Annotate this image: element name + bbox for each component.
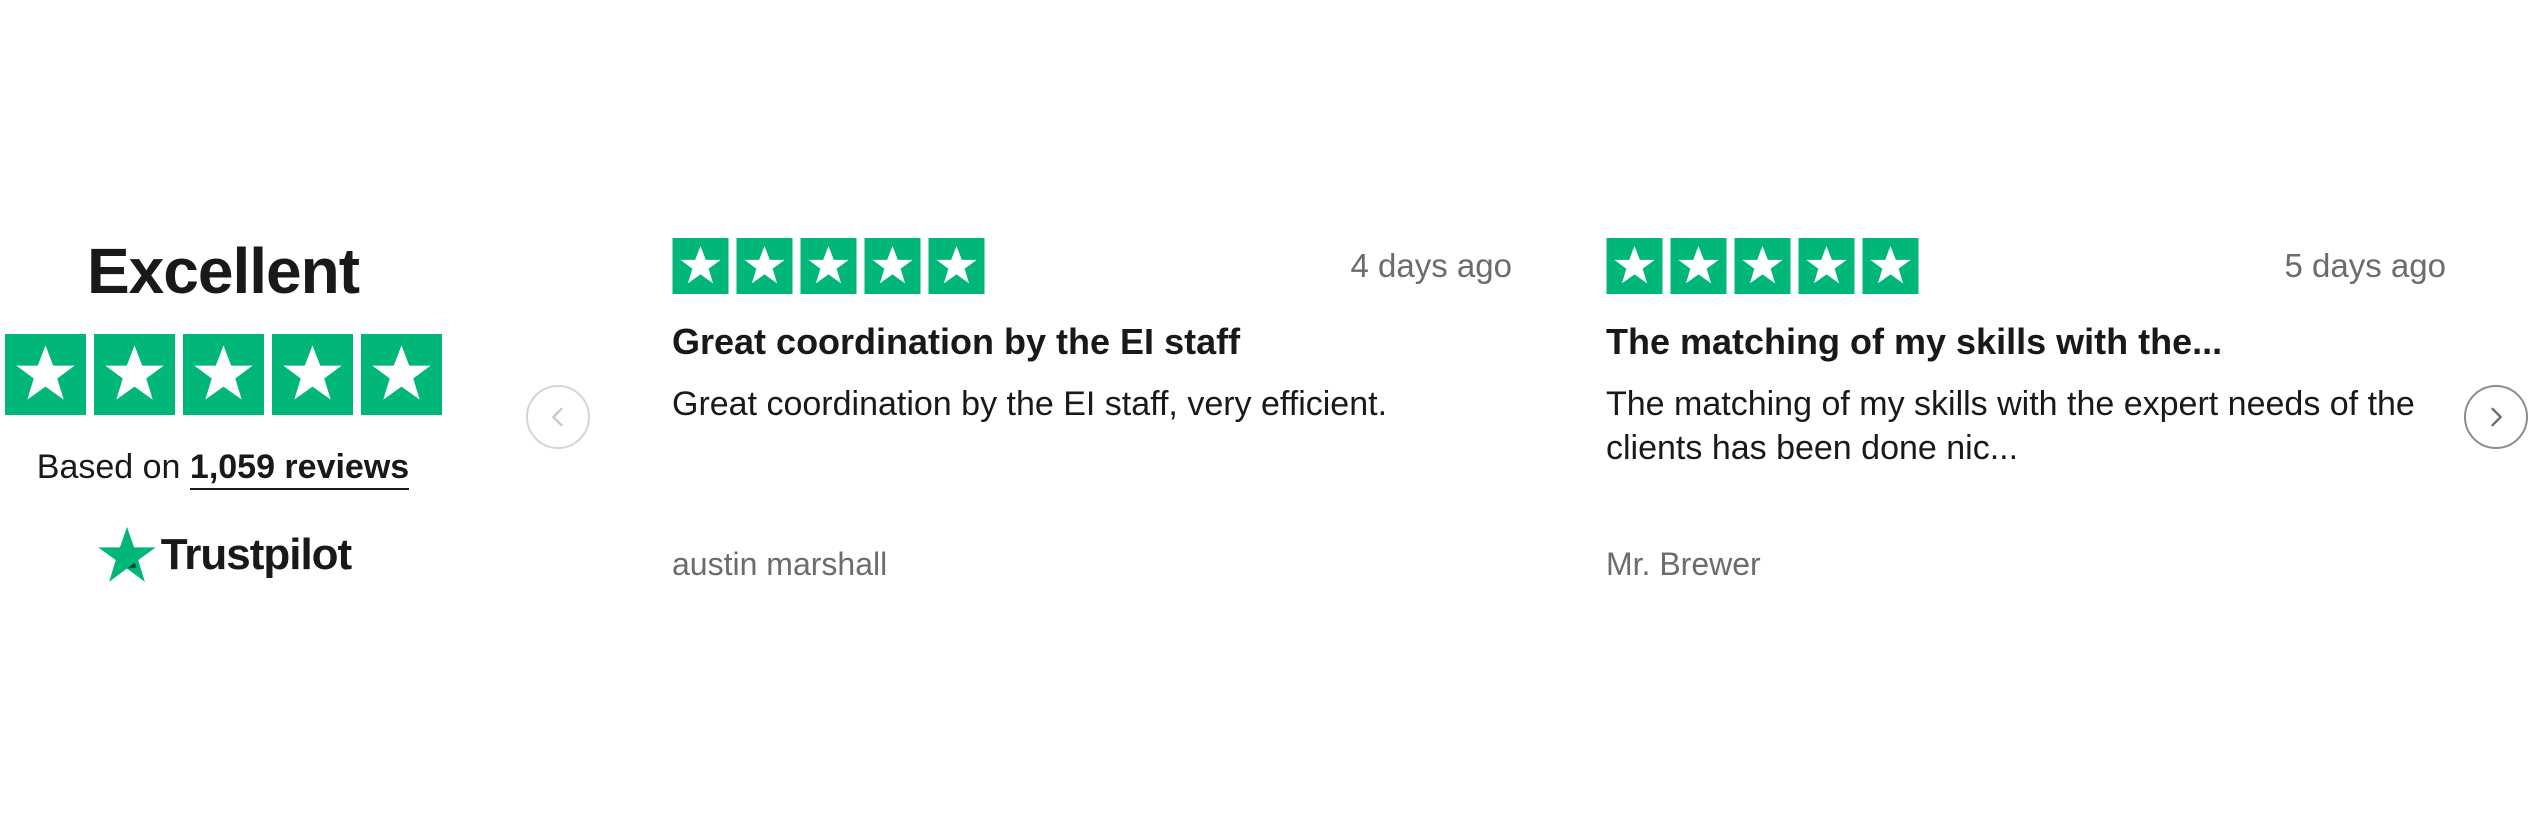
rating-label: Excellent <box>86 235 360 307</box>
star-icon <box>1734 238 1791 294</box>
previous-review-button[interactable] <box>526 385 590 449</box>
review-header: 5 days ago <box>1606 238 2446 294</box>
star-icon <box>672 238 729 294</box>
review-title[interactable]: Great coordination by the EI staff <box>672 320 1512 364</box>
review-author: Mr. Brewer <box>1606 546 1761 582</box>
star-icon <box>864 238 921 294</box>
review-count-text: Based on 1,059 reviews <box>0 445 446 490</box>
review-count-link[interactable]: 1,059 reviews <box>189 448 410 490</box>
star-icon <box>360 334 442 415</box>
star-icon <box>1606 238 1663 294</box>
chevron-left-icon <box>552 407 563 427</box>
review-card[interactable]: 4 days ago Great coordination by the EI … <box>672 238 1512 598</box>
trustpilot-logo[interactable]: Trustpilot <box>0 523 446 587</box>
rating-summary: Excellent Based on 1,059 reviews Trustpi… <box>0 226 446 587</box>
trustpilot-star-icon <box>97 526 156 582</box>
review-author: austin marshall <box>672 546 888 582</box>
trustpilot-review-carousel: Excellent Based on 1,059 reviews Trustpi… <box>0 0 2533 840</box>
star-icon <box>928 238 985 294</box>
star-icon <box>1798 238 1855 294</box>
review-card[interactable]: 5 days ago The matching of my skills wit… <box>1606 238 2446 598</box>
brand-name: Trustpilot <box>160 530 352 579</box>
chevron-right-icon <box>2491 407 2502 427</box>
star-icon <box>93 334 175 415</box>
review-date: 5 days ago <box>2284 247 2446 284</box>
review-text: Great coordination by the EI staff, very… <box>672 385 1388 423</box>
star-icon <box>4 334 86 415</box>
review-header: 4 days ago <box>672 238 1512 294</box>
summary-star-rating <box>0 334 446 415</box>
review-star-rating <box>672 238 985 294</box>
based-on-label: Based on <box>36 448 181 486</box>
review-title[interactable]: The matching of my skills with the... <box>1606 320 2446 364</box>
review-text: The matching of my skills with the exper… <box>1606 385 2415 467</box>
review-star-rating <box>1606 238 1919 294</box>
star-icon <box>271 334 353 415</box>
star-icon <box>736 238 793 294</box>
review-date: 4 days ago <box>1350 247 1512 284</box>
star-icon <box>182 334 264 415</box>
star-icon <box>800 238 857 294</box>
star-icon <box>1670 238 1727 294</box>
next-review-button[interactable] <box>2464 385 2528 449</box>
star-icon <box>1862 238 1919 294</box>
